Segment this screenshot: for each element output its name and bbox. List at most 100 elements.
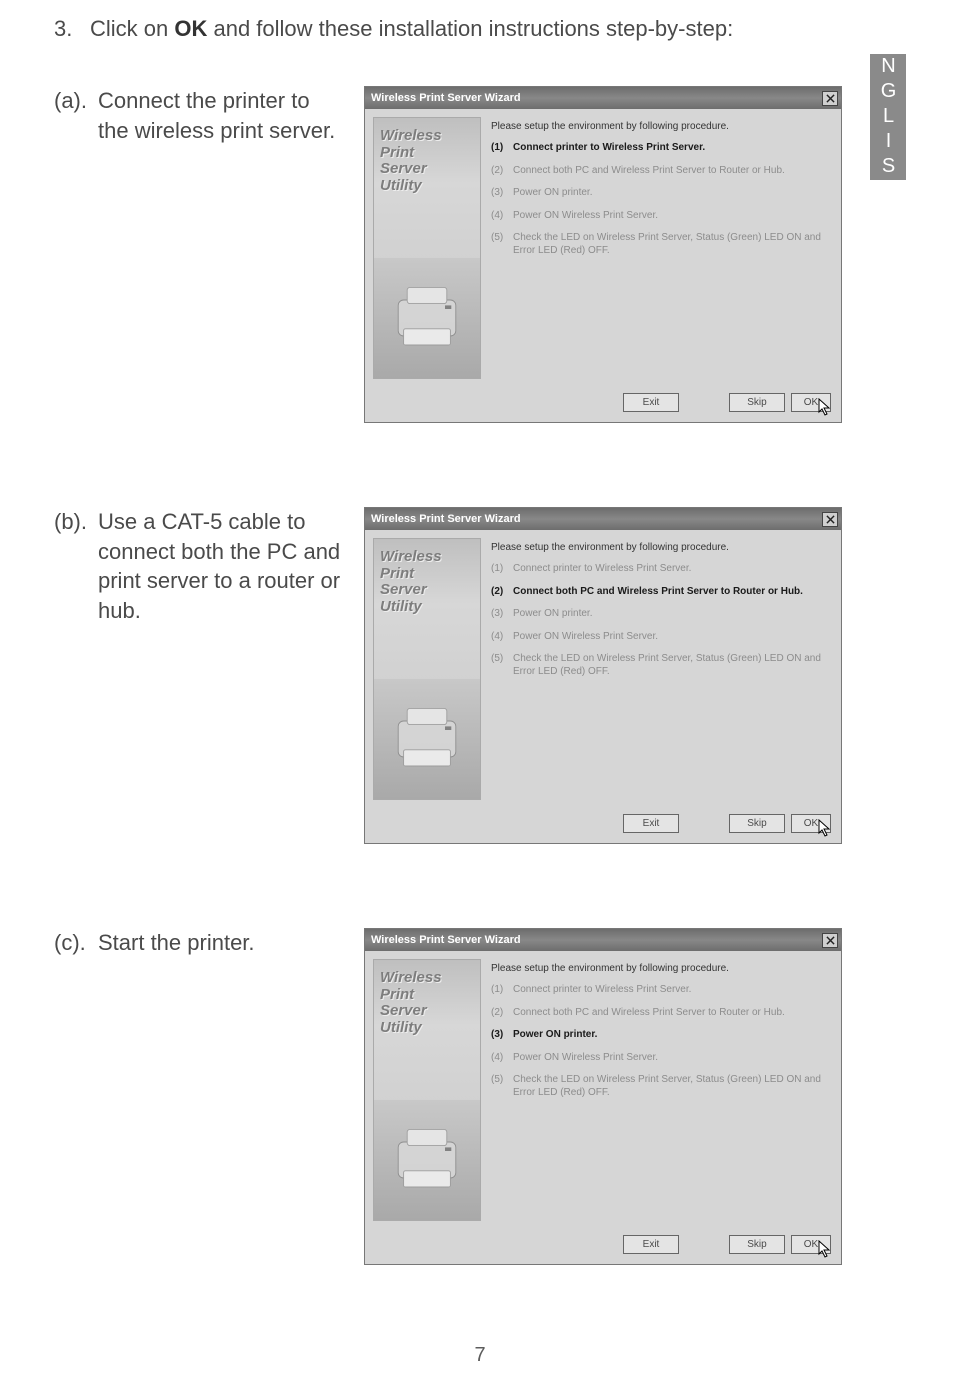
wizard-dialog: Wireless Print Server Wizard Wireless Pr… [364, 928, 842, 1265]
ok-button[interactable]: OK [791, 814, 831, 833]
step-number: (1) [491, 984, 513, 997]
step-number: (4) [491, 631, 513, 644]
sidebar-utility-text: Wireless Print Server Utility [374, 118, 480, 194]
wizard-step: (4) Power ON Wireless Print Server. [491, 631, 829, 644]
wizard-step: (1) Connect printer to Wireless Print Se… [491, 984, 829, 997]
sidebar-utility-text: Wireless Print Server Utility [374, 539, 480, 615]
step-number: (3) [491, 608, 513, 621]
close-button[interactable] [822, 933, 838, 948]
dialog-button-row: Exit Skip OK [365, 808, 841, 843]
dialog-steps: (1) Connect printer to Wireless Print Se… [491, 142, 829, 257]
dialog-content: Please setup the environment by followin… [491, 959, 833, 1221]
close-button[interactable] [822, 512, 838, 527]
sidebar-utility-text: Wireless Print Server Utility [374, 960, 480, 1036]
dialog-sidebar: Wireless Print Server Utility [373, 959, 481, 1221]
step-text: Power ON Wireless Print Server. [513, 631, 829, 644]
step-number: (2) [491, 165, 513, 178]
step-text: Check the LED on Wireless Print Server, … [513, 1074, 829, 1099]
dialog-body: Wireless Print Server Utility [365, 530, 841, 808]
instruction-section: (a). Connect the printer to the wireless… [54, 86, 906, 423]
intro-line: 3. Click on OK and follow these installa… [54, 16, 906, 42]
caption-text: Start the printer. [98, 928, 344, 958]
wizard-step: (4) Power ON Wireless Print Server. [491, 1052, 829, 1065]
dialog-sidebar: Wireless Print Server Utility [373, 117, 481, 379]
instruction-caption: (b). Use a CAT-5 cable to connect both t… [54, 507, 364, 626]
wizard-dialog: Wireless Print Server Wizard Wireless Pr… [364, 86, 842, 423]
dialog-steps: (1) Connect printer to Wireless Print Se… [491, 563, 829, 678]
exit-button[interactable]: Exit [623, 814, 679, 833]
dialog-title: Wireless Print Server Wizard [371, 934, 822, 946]
wizard-step: (5) Check the LED on Wireless Print Serv… [491, 653, 829, 678]
instruction-section: (b). Use a CAT-5 cable to connect both t… [54, 507, 906, 844]
skip-button[interactable]: Skip [729, 393, 785, 412]
dialog-content: Please setup the environment by followin… [491, 538, 833, 800]
dialog-titlebar: Wireless Print Server Wizard [365, 929, 841, 951]
ok-button[interactable]: OK [791, 1235, 831, 1254]
dialog-body: Wireless Print Server Utility [365, 109, 841, 387]
caption-text: Use a CAT-5 cable to connect both the PC… [98, 507, 344, 626]
caption-label: (c). [54, 928, 98, 958]
step-number: (5) [491, 1074, 513, 1099]
wizard-step: (1) Connect printer to Wireless Print Se… [491, 142, 829, 155]
skip-button[interactable]: Skip [729, 814, 785, 833]
close-icon [826, 936, 835, 945]
dialog-button-row: Exit Skip OK [365, 1229, 841, 1264]
step-number: (3) [491, 1029, 513, 1042]
step-text: Power ON printer. [513, 187, 829, 200]
caption-text: Connect the printer to the wireless prin… [98, 86, 344, 145]
dialog-titlebar: Wireless Print Server Wizard [365, 87, 841, 109]
step-number: (4) [491, 1052, 513, 1065]
page-number: 7 [0, 1344, 960, 1367]
wizard-step: (5) Check the LED on Wireless Print Serv… [491, 232, 829, 257]
intro-text: Click on OK and follow these installatio… [90, 16, 906, 42]
step-number: (1) [491, 142, 513, 155]
step-number: (2) [491, 586, 513, 599]
step-text: Power ON Wireless Print Server. [513, 210, 829, 223]
wizard-step: (5) Check the LED on Wireless Print Serv… [491, 1074, 829, 1099]
dialog-intro-line: Please setup the environment by followin… [491, 963, 829, 974]
step-text: Connect printer to Wireless Print Server… [513, 563, 829, 576]
step-text: Connect printer to Wireless Print Server… [513, 142, 829, 155]
step-text: Connect printer to Wireless Print Server… [513, 984, 829, 997]
wizard-step: (1) Connect printer to Wireless Print Se… [491, 563, 829, 576]
dialog-titlebar: Wireless Print Server Wizard [365, 508, 841, 530]
ok-button[interactable]: OK [791, 393, 831, 412]
close-icon [826, 94, 835, 103]
wizard-step: (4) Power ON Wireless Print Server. [491, 210, 829, 223]
step-number: (5) [491, 232, 513, 257]
wizard-step: (3) Power ON printer. [491, 1029, 829, 1042]
wizard-step: (2) Connect both PC and Wireless Print S… [491, 1007, 829, 1020]
printer-icon [374, 1100, 480, 1220]
ok-word: OK [174, 16, 207, 41]
language-tab: ENGLISH [870, 54, 906, 180]
wizard-step: (3) Power ON printer. [491, 187, 829, 200]
dialog-sidebar: Wireless Print Server Utility [373, 538, 481, 800]
step-text: Power ON printer. [513, 1029, 829, 1042]
step-number: (1) [491, 563, 513, 576]
instruction-section: (c). Start the printer. Wireless Print S… [54, 928, 906, 1265]
printer-icon [374, 258, 480, 378]
dialog-title: Wireless Print Server Wizard [371, 513, 822, 525]
step-text: Connect both PC and Wireless Print Serve… [513, 165, 829, 178]
wizard-step: (2) Connect both PC and Wireless Print S… [491, 586, 829, 599]
step-number: (3) [491, 187, 513, 200]
dialog-intro-line: Please setup the environment by followin… [491, 542, 829, 553]
step-text: Check the LED on Wireless Print Server, … [513, 232, 829, 257]
close-button[interactable] [822, 91, 838, 106]
step-number: (5) [491, 653, 513, 678]
printer-icon [374, 679, 480, 799]
dialog-title: Wireless Print Server Wizard [371, 92, 822, 104]
dialog-button-row: Exit Skip OK [365, 387, 841, 422]
step-text: Power ON Wireless Print Server. [513, 1052, 829, 1065]
step-number: (4) [491, 210, 513, 223]
intro-number: 3. [54, 16, 90, 42]
instruction-caption: (c). Start the printer. [54, 928, 364, 958]
step-text: Power ON printer. [513, 608, 829, 621]
skip-button[interactable]: Skip [729, 1235, 785, 1254]
wizard-step: (2) Connect both PC and Wireless Print S… [491, 165, 829, 178]
caption-label: (a). [54, 86, 98, 145]
caption-label: (b). [54, 507, 98, 626]
close-icon [826, 515, 835, 524]
exit-button[interactable]: Exit [623, 393, 679, 412]
exit-button[interactable]: Exit [623, 1235, 679, 1254]
